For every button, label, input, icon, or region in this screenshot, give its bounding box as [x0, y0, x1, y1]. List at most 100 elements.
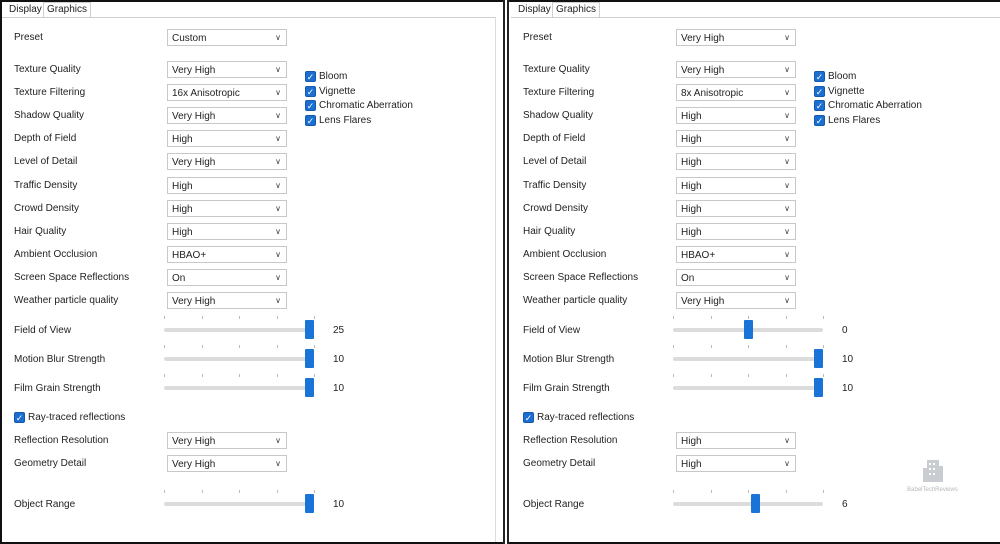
- reflection-resolution-label: Reflection Resolution: [523, 435, 618, 446]
- checkmark-icon[interactable]: ✓: [305, 71, 316, 82]
- screen-space-reflections-value: On: [681, 272, 695, 284]
- level-of-detail-value: High: [681, 157, 702, 169]
- checkmark-icon[interactable]: ✓: [814, 71, 825, 82]
- film-grain-strength-slider-track[interactable]: [164, 386, 314, 390]
- chevron-down-icon: ∨: [784, 436, 790, 445]
- crowd-density-dropdown[interactable]: High ∨: [676, 199, 796, 217]
- level-of-detail-dropdown[interactable]: Very High ∨: [167, 153, 287, 171]
- settings-panel-left: Display Graphics Preset Custom ∨ Texture Qual…: [2, 2, 496, 542]
- object-range-slider-thumb[interactable]: [750, 494, 760, 513]
- field-of-view-ticks: [164, 316, 315, 319]
- depth-of-field-row: Depth of Field High ∨: [2, 130, 496, 148]
- ambient-occlusion-dropdown[interactable]: HBAO+ ∨: [676, 245, 796, 263]
- texture-filtering-row: Texture Filtering 16x Anisotropic ∨: [2, 84, 496, 102]
- shadow-quality-dropdown[interactable]: High ∨: [676, 107, 796, 125]
- chevron-down-icon: ∨: [784, 134, 790, 144]
- field-of-view-slider-row: Field of View 0: [511, 316, 1000, 341]
- field-of-view-slider-thumb[interactable]: [743, 320, 753, 339]
- shadow-quality-dropdown[interactable]: Very High ∨: [167, 107, 287, 125]
- texture-quality-value: Very High: [172, 65, 216, 76]
- chevron-down-icon: ∨: [784, 33, 790, 42]
- chevron-down-icon: ∨: [275, 249, 281, 259]
- chevron-down-icon: ∨: [784, 226, 790, 236]
- tab-graphics[interactable]: Graphics: [43, 2, 92, 18]
- tab-display[interactable]: Display: [6, 3, 45, 17]
- vignette-label: Vignette: [319, 85, 356, 97]
- geometry-detail-dropdown[interactable]: High ∨: [676, 455, 796, 472]
- checkmark-icon[interactable]: ✓: [305, 114, 316, 126]
- checkmark-icon[interactable]: ✓: [523, 412, 534, 423]
- texture-quality-dropdown[interactable]: Very High ∨: [676, 61, 796, 78]
- crowd-density-value: High: [681, 203, 702, 215]
- traffic-density-dropdown[interactable]: High ∨: [167, 176, 287, 194]
- motion-blur-strength-slider-track[interactable]: [164, 357, 314, 361]
- object-range-slider-track[interactable]: [164, 502, 314, 506]
- checkmark-icon[interactable]: ✓: [305, 100, 316, 111]
- object-range-slider-track[interactable]: [673, 502, 823, 506]
- film-grain-strength-slider-row: Film Grain Strength 10: [2, 374, 496, 399]
- preset-dropdown[interactable]: Very High ∨: [676, 29, 796, 46]
- crowd-density-label: Crowd Density: [523, 202, 589, 214]
- film-grain-strength-slider-thumb[interactable]: [305, 378, 314, 397]
- weather-particle-quality-dropdown[interactable]: Very High ∨: [167, 292, 287, 309]
- hair-quality-value: High: [172, 226, 193, 238]
- field-of-view-label: Field of View: [14, 325, 72, 336]
- slider-tick: [785, 374, 787, 377]
- checkmark-icon[interactable]: ✓: [814, 85, 825, 97]
- slider-tick: [785, 490, 787, 493]
- texture-quality-value: Very High: [681, 65, 725, 76]
- checkmark-icon[interactable]: ✓: [14, 412, 25, 423]
- field-of-view-slider-thumb[interactable]: [305, 320, 314, 339]
- chevron-down-icon: ∨: [784, 111, 790, 121]
- ambient-occlusion-value: HBAO+: [681, 249, 716, 261]
- motion-blur-strength-slider-track[interactable]: [673, 357, 823, 361]
- texture-filtering-dropdown[interactable]: 16x Anisotropic ∨: [167, 84, 287, 102]
- chevron-down-icon: ∨: [275, 296, 281, 305]
- texture-quality-row: Texture Quality Very High ∨: [511, 61, 1000, 79]
- checkmark-icon[interactable]: ✓: [814, 114, 825, 126]
- ray-traced-reflections-label: Ray-traced reflections: [537, 412, 635, 423]
- texture-quality-dropdown[interactable]: Very High ∨: [167, 61, 287, 78]
- level-of-detail-label: Level of Detail: [14, 156, 78, 168]
- object-range-slider-thumb[interactable]: [305, 494, 314, 513]
- reflection-resolution-row: Reflection Resolution High ∨: [511, 432, 1000, 450]
- field-of-view-slider-track[interactable]: [164, 328, 314, 332]
- weather-particle-quality-label: Weather particle quality: [14, 295, 119, 306]
- motion-blur-strength-slider-thumb[interactable]: [814, 349, 823, 368]
- hair-quality-dropdown[interactable]: High ∨: [676, 222, 796, 240]
- slider-tick: [239, 374, 240, 377]
- slider-tick: [785, 316, 787, 319]
- depth-of-field-dropdown[interactable]: High ∨: [676, 130, 796, 148]
- checkmark-icon[interactable]: ✓: [814, 100, 825, 111]
- motion-blur-strength-slider-thumb[interactable]: [305, 349, 314, 368]
- tab-graphics[interactable]: Graphics: [552, 2, 601, 18]
- hair-quality-dropdown[interactable]: High ∨: [167, 222, 287, 240]
- traffic-density-dropdown[interactable]: High ∨: [676, 176, 796, 194]
- ambient-occlusion-row: Ambient Occlusion HBAO+ ∨: [2, 245, 496, 264]
- checkmark-icon[interactable]: ✓: [305, 85, 316, 97]
- object-range-ticks: [673, 490, 824, 493]
- screen-space-reflections-dropdown[interactable]: On ∨: [676, 268, 796, 286]
- ambient-occlusion-dropdown[interactable]: HBAO+ ∨: [167, 245, 287, 263]
- reflection-resolution-dropdown[interactable]: Very High ∨: [167, 432, 287, 449]
- screen-space-reflections-label: Screen Space Reflections: [14, 271, 130, 283]
- screen-space-reflections-dropdown[interactable]: On ∨: [167, 268, 287, 286]
- film-grain-strength-slider-track[interactable]: [673, 386, 823, 390]
- crowd-density-row: Crowd Density High ∨: [511, 199, 1000, 218]
- level-of-detail-dropdown[interactable]: High ∨: [676, 153, 796, 171]
- preset-dropdown[interactable]: Custom ∨: [167, 29, 287, 46]
- traffic-density-value: High: [172, 180, 193, 192]
- geometry-detail-dropdown[interactable]: Very High ∨: [167, 455, 287, 472]
- slider-tick: [276, 490, 278, 493]
- lens-flares-label: Lens Flares: [828, 114, 881, 126]
- texture-filtering-dropdown[interactable]: 8x Anisotropic ∨: [676, 84, 796, 102]
- reflection-resolution-dropdown[interactable]: High ∨: [676, 432, 796, 449]
- slider-tick: [748, 345, 749, 348]
- chevron-down-icon: ∨: [275, 134, 281, 144]
- depth-of-field-dropdown[interactable]: High ∨: [167, 130, 287, 148]
- tab-display[interactable]: Display: [515, 3, 554, 17]
- film-grain-strength-slider-thumb[interactable]: [814, 378, 823, 397]
- traffic-density-row: Traffic Density High ∨: [2, 176, 496, 195]
- weather-particle-quality-dropdown[interactable]: Very High ∨: [676, 292, 796, 309]
- crowd-density-dropdown[interactable]: High ∨: [167, 199, 287, 217]
